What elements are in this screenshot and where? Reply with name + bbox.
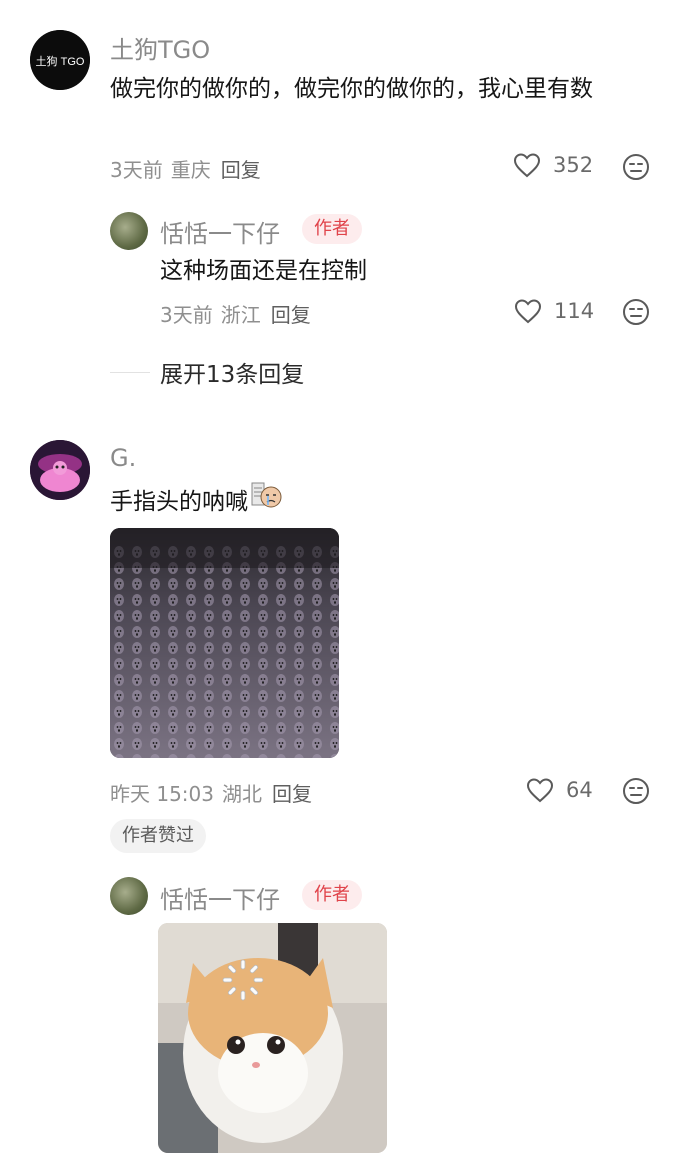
author-liked-chip: 作者赞过 (110, 819, 206, 853)
comment-time: 3天前 (110, 158, 163, 182)
kitten-image (158, 923, 387, 1153)
comment-text: 手指头的呐喊 (110, 480, 282, 524)
comment-text: 做完你的做你的，做完你的做你的，我心里有数 (110, 76, 593, 102)
heart-outline-icon (526, 778, 554, 803)
comment-location: 湖北 (222, 782, 262, 806)
like-count: 352 (553, 153, 594, 177)
avatar[interactable] (110, 877, 148, 915)
tgo-logo-icon: 土狗 TGO (30, 30, 90, 90)
patrick-avatar-image (30, 440, 90, 500)
reply-text: 这种场面还是在控制 (160, 258, 367, 284)
expand-replies-label: 展开13条回复 (160, 362, 305, 388)
heart-outline-icon (513, 153, 541, 178)
comment-meta: 3天前 重庆 回复 (110, 154, 261, 183)
comment-image[interactable] (110, 528, 339, 758)
author-badge: 作者 (302, 214, 362, 244)
heart-outline-icon (514, 299, 542, 324)
ghost-crowd-image (110, 528, 339, 758)
like-button[interactable]: 114 (514, 298, 594, 324)
reply-time: 3天前 (160, 303, 213, 327)
reply-location: 浙江 (220, 303, 261, 327)
username[interactable]: G. (110, 444, 136, 472)
reply-meta: 3天前 浙江 回复 (160, 299, 311, 328)
neutral-face-icon[interactable] (622, 153, 650, 185)
reply-username[interactable]: 恬恬一下仔 (160, 214, 280, 249)
reply-username[interactable]: 恬恬一下仔 (160, 880, 280, 915)
comment-location: 重庆 (170, 158, 211, 182)
reply-button[interactable]: 回复 (271, 303, 311, 327)
comment-time: 昨天 15:03 (110, 782, 214, 806)
author-badge: 作者 (302, 880, 362, 910)
like-count: 114 (554, 299, 595, 323)
reply-button[interactable]: 回复 (272, 782, 312, 806)
crying-emoji-sticker (250, 480, 282, 524)
like-button[interactable]: 352 (513, 152, 593, 178)
svg-text:土狗 TGO: 土狗 TGO (36, 55, 85, 68)
like-count: 64 (566, 778, 593, 802)
comment-meta: 昨天 15:03 湖北 回复 (110, 778, 312, 807)
like-button[interactable]: 64 (526, 777, 593, 803)
reply-button[interactable]: 回复 (221, 158, 261, 182)
divider-line (110, 371, 150, 373)
avatar[interactable] (30, 440, 90, 500)
avatar[interactable] (110, 212, 148, 250)
username[interactable]: 土狗TGO (110, 30, 210, 65)
comment-text-content: 手指头的呐喊 (110, 489, 248, 515)
neutral-face-icon[interactable] (622, 298, 650, 330)
reply-image[interactable] (158, 923, 387, 1153)
expand-replies-button[interactable]: 展开13条回复 (110, 355, 304, 389)
neutral-face-icon[interactable] (622, 777, 650, 809)
avatar[interactable]: 土狗 TGO (30, 30, 90, 90)
